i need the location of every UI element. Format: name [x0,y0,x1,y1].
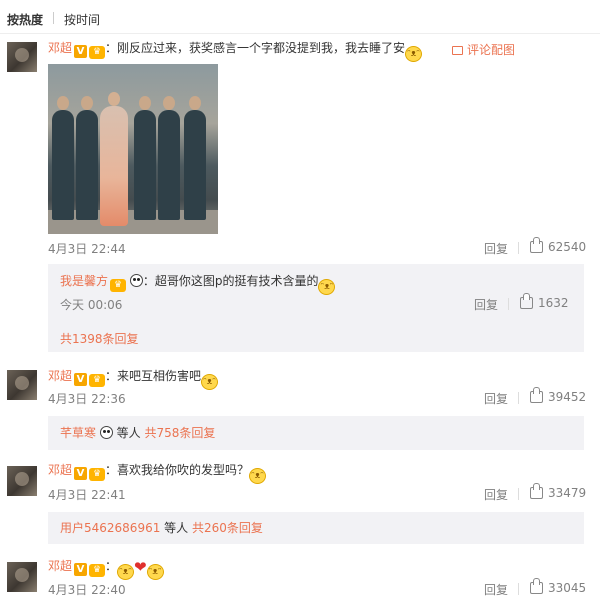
comment-picture-link[interactable]: 评论配图 [452,41,515,58]
action-divider [508,298,509,310]
panda-emoji-icon [99,426,113,439]
summary-text: 等人 [160,521,192,535]
comment-text: ：来吧互相伤害吧 [105,369,202,383]
like-button[interactable]: 33045 [530,578,587,595]
tab-sort-hot[interactable]: 按热度 [7,11,43,28]
reply-button[interactable]: 回复 [474,296,498,313]
panda-emoji-icon [129,274,143,287]
image-figure [134,96,156,220]
username-link[interactable]: 邓超 [48,41,72,55]
comment-line: 邓超 V ♛ ：来吧互相伤害吧 ᵔᴥᵔ [48,368,219,390]
cat-emoji-icon: ᵔᴥᵔ [249,468,267,484]
reply-summary-line: 用户5462686961 等人 共260条回复 [60,520,263,536]
action-divider [518,488,519,500]
like-count: 33045 [548,581,587,595]
reply-button[interactable]: 回复 [484,581,508,598]
reply-button[interactable]: 回复 [484,240,508,257]
avatar[interactable] [7,466,37,496]
reply-username-link[interactable]: 芊草寒 [60,426,96,440]
like-button[interactable]: 39452 [530,387,587,404]
tab-divider [53,12,54,24]
cat-emoji-icon: ᵔᴥᵔ [318,279,336,295]
image-figure [184,96,206,220]
reply-button[interactable]: 回复 [484,486,508,503]
image-figure [76,96,98,220]
vip-crown-icon: ♛ [89,374,106,387]
cat-emoji-icon: ᵔᴥᵔ [201,374,219,390]
like-button[interactable]: 62540 [530,237,587,254]
more-replies-link[interactable]: 共1398条回复 [60,330,139,347]
like-button[interactable]: 33479 [530,483,587,500]
more-replies-link[interactable]: 共260条回复 [192,521,263,535]
comment-line: 邓超 V ♛ ：喜欢我给你吹的发型吗？ ᵔᴥᵔ [48,462,267,484]
comment-image[interactable] [48,64,218,234]
username-link[interactable]: 邓超 [48,463,72,477]
comment-text: ：刚反应过来，获奖感言一个字都没提到我，我去睡了安 [105,41,406,55]
verified-v-icon: V [74,373,88,386]
image-icon [452,46,463,55]
comment-timestamp: 4月3日 22:44 [48,242,126,256]
cat-emoji-icon: ᵔᴥᵔ [117,564,135,580]
avatar[interactable] [7,370,37,400]
like-count: 33479 [548,486,587,500]
reply-username-link[interactable]: 我是馨方 [60,274,108,288]
cat-emoji-icon: ᵔᴥᵔ [146,564,164,580]
avatar[interactable] [7,562,37,592]
verified-v-icon: V [74,45,88,58]
like-count: 62540 [548,240,587,254]
like-count: 39452 [548,390,587,404]
reply-summary-box: 用户5462686961 等人 共260条回复 [48,512,584,544]
thumbs-up-icon [530,483,543,499]
tab-sort-time[interactable]: 按时间 [64,11,100,28]
cat-emoji-icon: ᵔᴥᵔ [405,46,423,62]
reply-button[interactable]: 回复 [484,390,508,407]
verified-v-icon: V [74,467,88,480]
reply-summary-box: 芊草寒 等人 共758条回复 [48,416,584,450]
image-figure [158,96,180,220]
comment-text: ： [105,559,118,573]
action-divider [518,242,519,254]
thumbs-up-icon [520,293,533,309]
summary-text: 等人 [112,426,145,440]
sort-tabs: 按热度 按时间 [0,0,600,34]
heart-emoji-icon: ❤ [134,558,147,576]
comment-line: 邓超 V ♛ ：刚反应过来，获奖感言一个字都没提到我，我去睡了安 ᵔᴥᵔ [48,40,423,62]
comment-text: ：喜欢我给你吹的发型吗？ [105,463,250,477]
vip-crown-icon: ♛ [89,564,106,577]
image-figure [52,96,74,220]
vip-crown-icon: ♛ [89,468,106,481]
thumbs-up-icon [530,578,543,594]
thumbs-up-icon [530,387,543,403]
image-figure-bride [100,92,128,226]
comment-picture-label: 评论配图 [467,43,516,57]
action-divider [518,583,519,595]
username-link[interactable]: 邓超 [48,559,72,573]
reply-line: 我是馨方 ♛ ：超哥你这图p的挺有技术含量的 ᵔᴥᵔ [60,273,336,295]
reply-username-link[interactable]: 用户5462686961 [60,521,160,535]
avatar[interactable] [7,42,37,72]
like-button[interactable]: 1632 [520,293,569,310]
reply-text: ：超哥你这图p的挺有技术含量的 [142,274,319,288]
like-count: 1632 [538,296,569,310]
comment-timestamp: 4月3日 22:36 [48,392,126,406]
comment-line: 邓超 V ♛： ᵔᴥᵔ ❤ ᵔᴥᵔ [48,558,164,580]
thumbs-up-icon [530,237,543,253]
reply-summary-line: 芊草寒 等人 共758条回复 [60,425,215,441]
action-divider [518,392,519,404]
comment-timestamp: 4月3日 22:40 [48,583,126,597]
more-replies-link[interactable]: 共758条回复 [144,426,215,440]
vip-crown-icon: ♛ [89,46,106,59]
vip-crown-icon: ♛ [110,279,127,292]
username-link[interactable]: 邓超 [48,369,72,383]
reply-box: 我是馨方 ♛ ：超哥你这图p的挺有技术含量的 ᵔᴥᵔ 今天 00:06 回复 163… [48,264,584,352]
comment-timestamp: 4月3日 22:41 [48,488,126,502]
verified-v-icon: V [74,563,88,576]
reply-timestamp: 今天 00:06 [60,298,123,312]
